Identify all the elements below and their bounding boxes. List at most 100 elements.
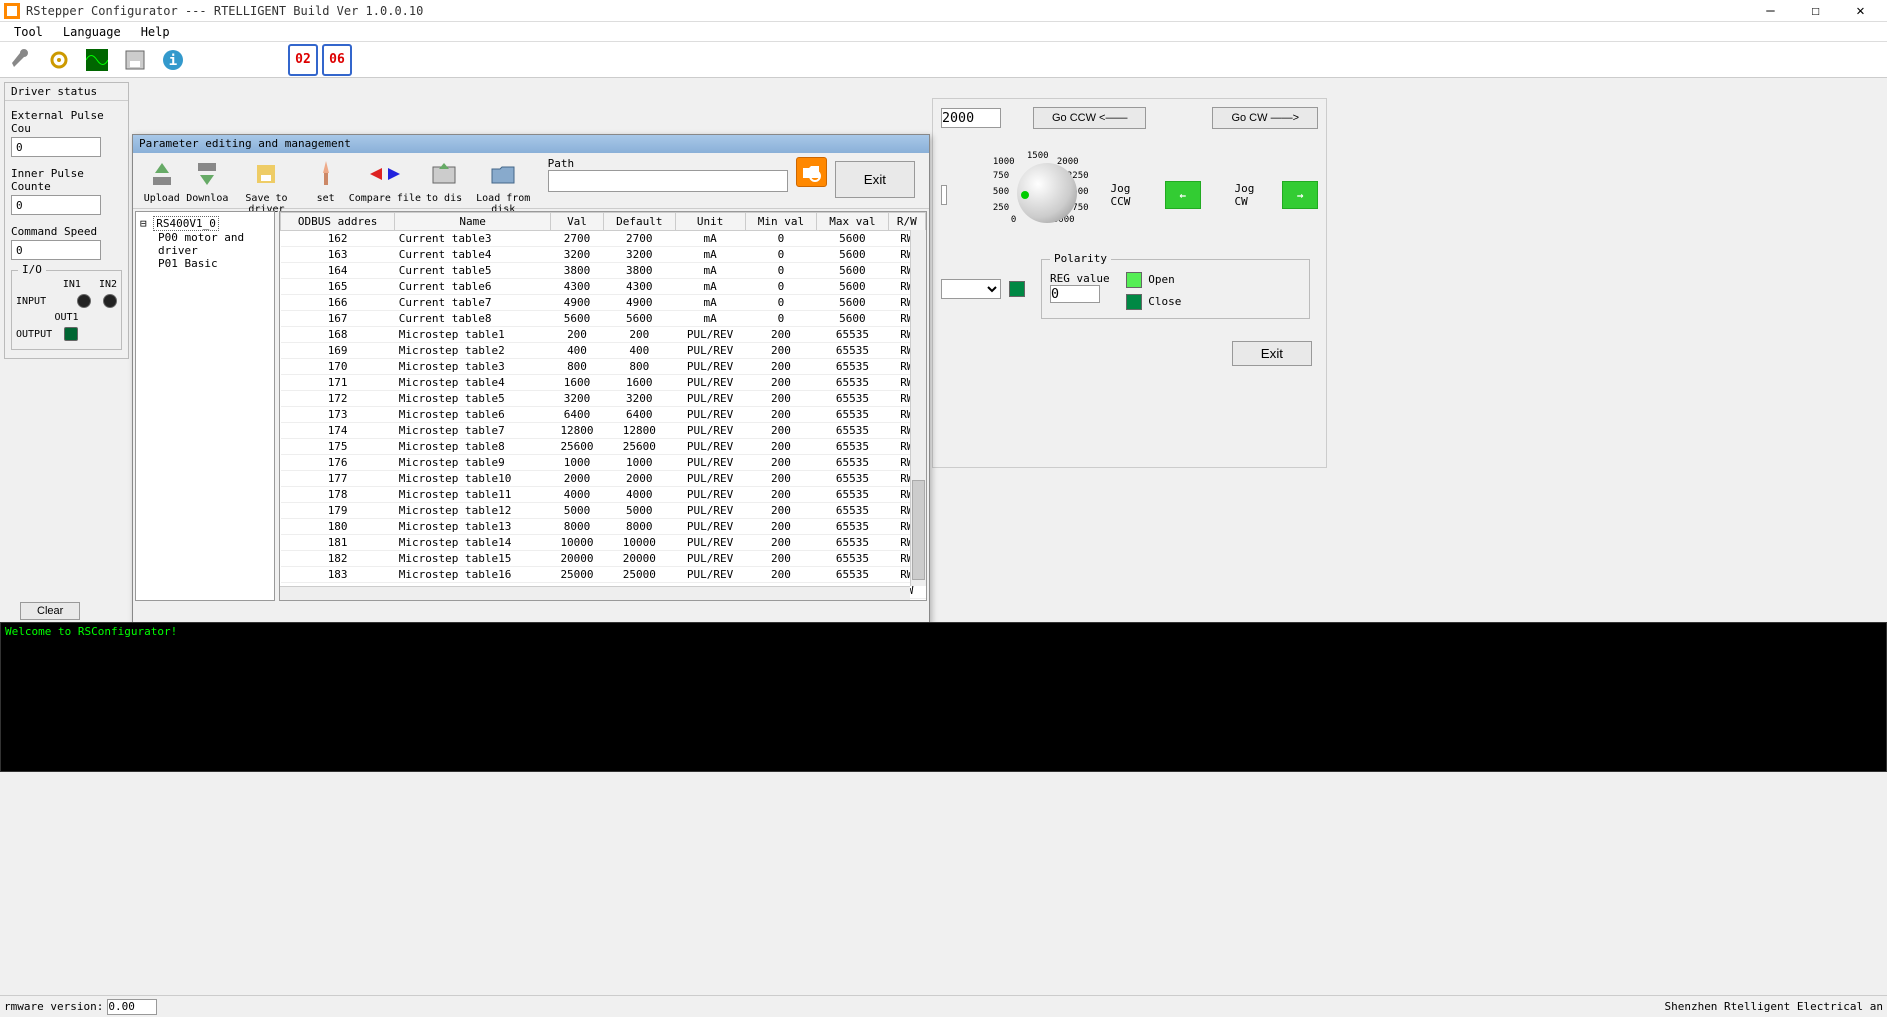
grid-cell: 181: [281, 535, 395, 551]
table-row[interactable]: 162Current table327002700mA05600RW: [281, 231, 926, 247]
toolbtn-wrench-icon[interactable]: [4, 44, 38, 76]
table-row[interactable]: 166Current table749004900mA05600RW: [281, 295, 926, 311]
upload-button[interactable]: Upload: [139, 157, 185, 204]
jog-value-input[interactable]: [941, 108, 1001, 128]
grid-cell: 200: [745, 519, 816, 535]
table-row[interactable]: 170Microstep table3800800PUL/REV20065535…: [281, 359, 926, 375]
grid-cell: 200: [745, 567, 816, 583]
grid-cell: 200: [745, 423, 816, 439]
path-input[interactable]: [548, 170, 788, 192]
grid-cell: 163: [281, 247, 395, 263]
table-row[interactable]: 180Microstep table1380008000PUL/REV20065…: [281, 519, 926, 535]
compare-file-button[interactable]: Compare file: [348, 157, 421, 204]
table-row[interactable]: 169Microstep table2400400PUL/REV20065535…: [281, 343, 926, 359]
grid-cell: PUL/REV: [675, 551, 745, 567]
dialog-exit-button[interactable]: Exit: [835, 161, 915, 198]
browse-button[interactable]: [796, 157, 827, 187]
grid-cell: 65535: [817, 519, 888, 535]
grid-cell: 800: [604, 359, 675, 375]
grid-header[interactable]: Unit: [675, 213, 745, 231]
grid-cell: Microstep table4: [395, 375, 551, 391]
table-row[interactable]: 163Current table432003200mA05600RW: [281, 247, 926, 263]
table-row[interactable]: 181Microstep table141000010000PUL/REV200…: [281, 535, 926, 551]
grid-header[interactable]: Name: [395, 213, 551, 231]
table-row[interactable]: 179Microstep table1250005000PUL/REV20065…: [281, 503, 926, 519]
download-button[interactable]: Downloa: [185, 157, 231, 204]
grid-header[interactable]: Min val: [745, 213, 816, 231]
set-button[interactable]: set: [303, 157, 349, 204]
cmd-speed-input[interactable]: [11, 240, 101, 260]
table-row[interactable]: 167Current table856005600mA05600RW: [281, 311, 926, 327]
grid-cell: 3200: [604, 247, 675, 263]
fw-version-value: [107, 999, 157, 1015]
grid-cell: 1000: [550, 455, 603, 471]
table-row[interactable]: 164Current table538003800mA05600RW: [281, 263, 926, 279]
grid-cell: Current table7: [395, 295, 551, 311]
grid-cell: Microstep table16: [395, 567, 551, 583]
table-row[interactable]: 177Microstep table1020002000PUL/REV20065…: [281, 471, 926, 487]
table-row[interactable]: 172Microstep table532003200PUL/REV200655…: [281, 391, 926, 407]
table-row[interactable]: 171Microstep table416001600PUL/REV200655…: [281, 375, 926, 391]
grid-cell: 400: [550, 343, 603, 359]
reg-value-input[interactable]: [1050, 285, 1100, 303]
tree-root[interactable]: RS400V1_0: [153, 216, 219, 231]
toolbtn-save-icon[interactable]: [118, 44, 152, 76]
grid-cell: 5600: [817, 247, 888, 263]
grid-cell: 176: [281, 455, 395, 471]
minimize-button[interactable]: —: [1748, 1, 1793, 21]
output-label: OUTPUT: [16, 329, 52, 340]
grid-vscrollbar[interactable]: [910, 230, 926, 586]
menu-help[interactable]: Help: [131, 23, 180, 41]
toolbtn-digit-02[interactable]: 02: [288, 44, 318, 76]
grid-cell: 65535: [817, 327, 888, 343]
tree-item-p01[interactable]: P01 Basic: [158, 257, 270, 270]
grid-header[interactable]: Val: [550, 213, 603, 231]
grid-cell: 65535: [817, 535, 888, 551]
table-row[interactable]: 175Microstep table82560025600PUL/REV2006…: [281, 439, 926, 455]
save-to-driver-button[interactable]: Save to driver: [230, 157, 303, 215]
toolbtn-info-icon[interactable]: i: [156, 44, 190, 76]
table-row[interactable]: 173Microstep table664006400PUL/REV200655…: [281, 407, 926, 423]
jog-ccw-button[interactable]: ←: [1165, 181, 1201, 209]
param-grid[interactable]: ODBUS addresNameValDefaultUnitMin valMax…: [279, 211, 927, 601]
grid-hscrollbar[interactable]: [280, 586, 910, 600]
io-title: I/O: [18, 263, 46, 276]
jog-cw-button[interactable]: →: [1282, 181, 1318, 209]
grid-cell: 5600: [817, 231, 888, 247]
grid-cell: 4300: [550, 279, 603, 295]
maximize-button[interactable]: ☐: [1793, 1, 1838, 21]
load-from-disk-button[interactable]: Load from disk: [467, 157, 540, 215]
inner-pulse-input[interactable]: [11, 195, 101, 215]
tree-item-p00[interactable]: P00 motor and driver: [158, 231, 270, 257]
grid-header[interactable]: R/W: [888, 213, 925, 231]
polarity-select[interactable]: [941, 279, 1001, 299]
grid-cell: 200: [745, 503, 816, 519]
console-output[interactable]: Welcome to RSConfigurator!: [0, 622, 1887, 772]
menu-tool[interactable]: Tool: [4, 23, 53, 41]
go-cw-button[interactable]: Go CW ——>: [1212, 107, 1318, 129]
table-row[interactable]: 182Microstep table152000020000PUL/REV200…: [281, 551, 926, 567]
toolbtn-scope-icon[interactable]: [80, 44, 114, 76]
grid-header[interactable]: Max val: [817, 213, 888, 231]
grid-header[interactable]: Default: [604, 213, 675, 231]
to-disk-button[interactable]: to dis: [421, 157, 467, 204]
panel-exit-button[interactable]: Exit: [1232, 341, 1312, 366]
speed-knob[interactable]: [1017, 163, 1077, 223]
table-row[interactable]: 176Microstep table910001000PUL/REV200655…: [281, 455, 926, 471]
grid-header[interactable]: ODBUS addres: [281, 213, 395, 231]
toolbtn-gear-icon[interactable]: [42, 44, 76, 76]
table-row[interactable]: 165Current table643004300mA05600RW: [281, 279, 926, 295]
menu-language[interactable]: Language: [53, 23, 131, 41]
table-row[interactable]: 174Microstep table71280012800PUL/REV2006…: [281, 423, 926, 439]
table-row[interactable]: 168Microstep table1200200PUL/REV20065535…: [281, 327, 926, 343]
ext-pulse-input[interactable]: [11, 137, 101, 157]
close-button[interactable]: ✕: [1838, 1, 1883, 21]
table-row[interactable]: 178Microstep table1140004000PUL/REV20065…: [281, 487, 926, 503]
partial-input[interactable]: [941, 185, 947, 205]
param-tree[interactable]: ⊟ RS400V1_0 P00 motor and driver P01 Bas…: [135, 211, 275, 601]
toolbtn-digit-06[interactable]: 06: [322, 44, 352, 76]
grid-cell: 200: [745, 439, 816, 455]
go-ccw-button[interactable]: Go CCW <——: [1033, 107, 1146, 129]
table-row[interactable]: 183Microstep table162500025000PUL/REV200…: [281, 567, 926, 583]
clear-button[interactable]: Clear: [20, 602, 80, 620]
